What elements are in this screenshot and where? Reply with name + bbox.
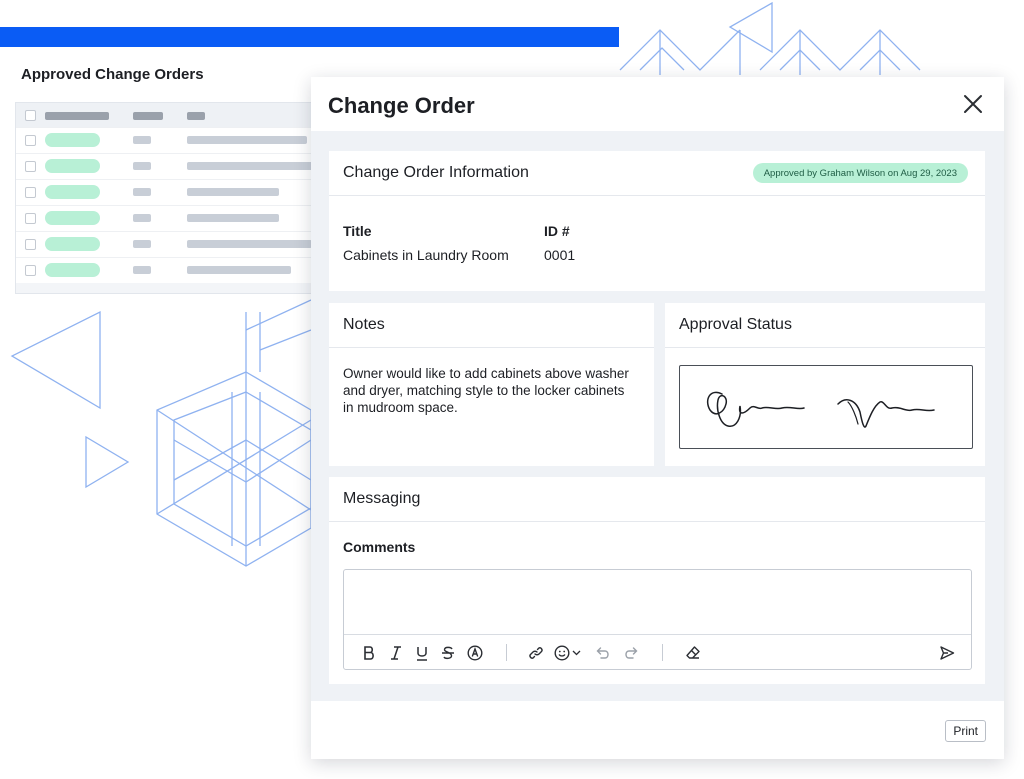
bold-icon xyxy=(364,646,374,660)
accent-bar xyxy=(0,27,619,47)
underline-button[interactable] xyxy=(413,644,431,662)
send-button[interactable] xyxy=(938,644,956,662)
table-row[interactable] xyxy=(16,257,316,283)
row-checkbox[interactable] xyxy=(25,265,36,276)
toolbar-divider xyxy=(662,644,663,661)
toolbar-divider xyxy=(506,644,507,661)
link-button[interactable] xyxy=(527,644,545,662)
messaging-card-header: Messaging xyxy=(329,477,985,522)
strikethrough-button[interactable] xyxy=(439,644,457,662)
cell-placeholder xyxy=(133,188,151,196)
undo-icon xyxy=(596,647,609,659)
send-icon xyxy=(940,646,955,660)
cell-placeholder xyxy=(133,162,151,170)
title-value: Cabinets in Laundry Room xyxy=(343,247,509,263)
close-icon xyxy=(964,95,982,113)
eraser-button[interactable] xyxy=(684,644,702,662)
undo-button[interactable] xyxy=(594,644,612,662)
info-heading: Change Order Information xyxy=(343,164,529,181)
id-value: 0001 xyxy=(544,247,576,263)
table-header xyxy=(16,103,316,127)
redo-button[interactable] xyxy=(622,644,640,662)
header-placeholder xyxy=(187,112,205,120)
eraser-icon xyxy=(686,646,700,659)
table-row[interactable] xyxy=(16,153,316,179)
notes-heading: Notes xyxy=(343,316,385,333)
modal-footer: Print xyxy=(311,701,1004,759)
editor-toolbar xyxy=(344,634,971,670)
cell-placeholder xyxy=(187,266,291,274)
status-pill-placeholder xyxy=(45,133,100,147)
cell-placeholder xyxy=(187,240,312,248)
id-label: ID # xyxy=(544,223,570,239)
table-row[interactable] xyxy=(16,205,316,231)
header-placeholder xyxy=(45,112,109,120)
change-orders-table xyxy=(15,102,317,294)
link-icon xyxy=(529,647,543,659)
modal-title: Change Order xyxy=(328,93,475,118)
select-all-checkbox[interactable] xyxy=(25,110,36,121)
text-style-icon xyxy=(467,645,483,661)
print-button[interactable]: Print xyxy=(945,720,986,742)
redo-icon xyxy=(625,647,638,659)
text-style-button[interactable] xyxy=(466,644,484,662)
row-checkbox[interactable] xyxy=(25,187,36,198)
messaging-heading: Messaging xyxy=(343,490,421,507)
emoji-button[interactable] xyxy=(554,644,584,662)
change-order-modal: Change Order Change Order Information Ap… xyxy=(311,77,1004,759)
header-placeholder xyxy=(133,112,163,120)
notes-card: Notes Owner would like to add cabinets a… xyxy=(329,303,654,466)
italic-button[interactable] xyxy=(387,644,405,662)
cell-placeholder xyxy=(187,162,316,170)
row-checkbox[interactable] xyxy=(25,135,36,146)
modal-body: Change Order Information Approved by Gra… xyxy=(311,131,1004,701)
status-pill-placeholder xyxy=(45,185,100,199)
modal-header: Change Order xyxy=(311,77,1004,131)
close-button[interactable] xyxy=(960,91,986,117)
title-label: Title xyxy=(343,223,372,239)
status-badge: Approved by Graham Wilson on Aug 29, 202… xyxy=(752,163,968,183)
table-row[interactable] xyxy=(16,231,316,257)
strikethrough-icon xyxy=(442,646,454,660)
approval-card-header: Approval Status xyxy=(665,303,985,348)
italic-icon xyxy=(391,646,401,660)
signature xyxy=(706,391,935,428)
cell-placeholder xyxy=(187,136,307,144)
status-pill-placeholder xyxy=(45,159,100,173)
notes-text: Owner would like to add cabinets above w… xyxy=(343,366,629,415)
cell-placeholder xyxy=(133,214,151,222)
cell-placeholder xyxy=(187,214,279,222)
table-row[interactable] xyxy=(16,127,316,153)
underline-icon xyxy=(417,646,427,661)
status-pill-placeholder xyxy=(45,211,100,225)
messaging-card: Messaging Comments xyxy=(329,477,985,684)
cell-placeholder xyxy=(133,240,151,248)
approval-heading: Approval Status xyxy=(679,316,792,333)
bold-button[interactable] xyxy=(360,644,378,662)
list-title: Approved Change Orders xyxy=(21,66,204,83)
table-row[interactable] xyxy=(16,179,316,205)
comment-input[interactable] xyxy=(344,570,971,634)
cell-placeholder xyxy=(133,266,151,274)
emoji-icon xyxy=(554,645,581,661)
status-pill-placeholder xyxy=(45,263,100,277)
approval-card: Approval Status xyxy=(665,303,985,466)
comment-editor xyxy=(343,569,972,670)
row-checkbox[interactable] xyxy=(25,161,36,172)
row-checkbox[interactable] xyxy=(25,213,36,224)
cell-placeholder xyxy=(133,136,151,144)
info-card-header: Change Order Information Approved by Gra… xyxy=(329,151,985,196)
notes-card-header: Notes xyxy=(329,303,654,348)
signature-box xyxy=(679,365,973,449)
row-checkbox[interactable] xyxy=(25,239,36,250)
comments-label: Comments xyxy=(343,539,416,555)
status-pill-placeholder xyxy=(45,237,100,251)
info-card: Change Order Information Approved by Gra… xyxy=(329,151,985,291)
cell-placeholder xyxy=(187,188,279,196)
